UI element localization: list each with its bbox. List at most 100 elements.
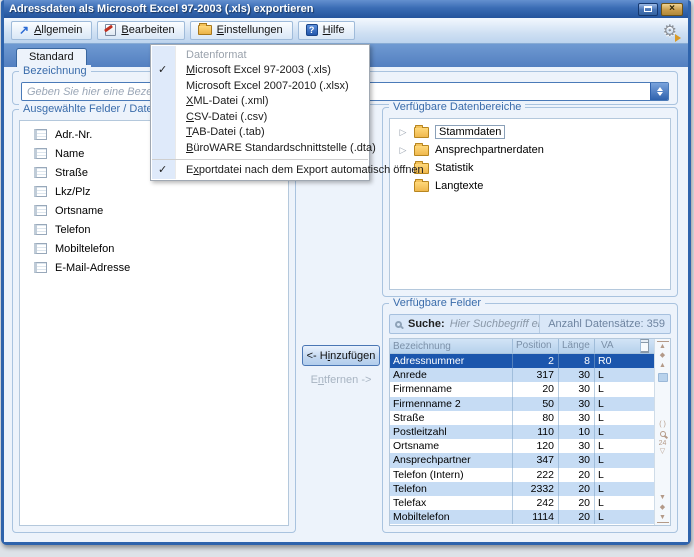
menu-item-xml[interactable]: XML-Datei (.xml) [152, 94, 368, 110]
tree-expand-icon[interactable]: ▷ [398, 145, 408, 156]
list-item[interactable]: Mobiltelefon [20, 239, 288, 258]
list-item-label: Lkz/Plz [55, 186, 90, 198]
field-icon [34, 205, 47, 216]
menu-item-dta[interactable]: BüroWARE Standardschnittstelle (.dta) [152, 140, 368, 156]
list-item[interactable]: Telefon [20, 220, 288, 239]
help-icon: ? [306, 24, 318, 36]
remove-button[interactable]: Entfernen -> [302, 374, 380, 386]
braces-icon[interactable]: ( ) [659, 421, 666, 429]
table-row[interactable]: Telefax24220L [390, 496, 654, 510]
settings-folder-icon [198, 25, 212, 35]
menu-hilfe[interactable]: ? Hilfe [298, 21, 355, 40]
search-bar: Suche: Anzahl Datensätze: 359 [389, 314, 671, 334]
arrow-ne-icon: ↗ [19, 25, 29, 35]
restore-button[interactable] [638, 3, 658, 16]
table-row[interactable]: Anrede31730L [390, 368, 654, 382]
fields-table: Bezeichnung Position Länge VA Adressnumm… [390, 339, 654, 525]
list-item-label: Ortsname [55, 205, 103, 217]
tree-item-label: Statistik [435, 162, 474, 174]
tree-expand-icon[interactable]: ▷ [398, 127, 408, 138]
scroll-down-icon[interactable]: ◆ [657, 503, 669, 513]
table-row[interactable]: Mobiltelefon111420L [390, 510, 654, 524]
field-icon [34, 243, 47, 254]
field-icon [34, 224, 47, 235]
table-row[interactable]: Ansprechpartner34730L [390, 453, 654, 467]
column-header-va[interactable]: VA [594, 339, 654, 353]
table-row[interactable]: Postleitzahl11010L [390, 425, 654, 439]
menu-item-label: XML-Datei (.xml) [186, 95, 269, 107]
tree-item[interactable]: Statistik [390, 159, 670, 177]
tree-item[interactable]: ▷ Ansprechpartnerdaten [390, 141, 670, 159]
scrollbar-thumb[interactable] [658, 373, 668, 382]
export-settings-button[interactable]: ⚙ [663, 21, 681, 41]
data-areas-group-label: Verfügbare Datenbereiche [389, 101, 525, 113]
tree-item[interactable]: ▷ Stammdaten [390, 123, 670, 141]
table-row[interactable]: Telefon233220L [390, 482, 654, 496]
column-header-laenge[interactable]: Länge [558, 339, 594, 353]
column-header-bezeichnung[interactable]: Bezeichnung [390, 341, 512, 352]
menu-item-xls[interactable]: ✓ Microsoft Excel 97-2003 (.xls) [152, 63, 368, 79]
menu-item-csv[interactable]: CSV-Datei (.csv) [152, 109, 368, 125]
table-row[interactable]: Straße8030L [390, 411, 654, 425]
menu-item-xlsx[interactable]: Microsoft Excel 2007-2010 (.xlsx) [152, 78, 368, 94]
selected-fields-group-label: Ausgewählte Felder / Daten [19, 103, 163, 115]
folder-icon [414, 127, 429, 138]
list-item-label: Straße [55, 167, 88, 179]
menu-item-auto-open[interactable]: ✓ Exportdatei nach dem Export automatisc… [152, 163, 368, 179]
list-item-label: Mobiltelefon [55, 243, 114, 255]
search-input[interactable] [450, 318, 540, 330]
menu-item-label: Microsoft Excel 97-2003 (.xls) [186, 64, 331, 76]
data-areas-group: Verfügbare Datenbereiche ▷ Stammdaten ▷ … [382, 107, 678, 297]
einstellungen-dropdown-menu: Datenformat ✓ Microsoft Excel 97-2003 (.… [150, 44, 370, 181]
table-row[interactable]: Ortsname12030L [390, 439, 654, 453]
export-dialog-window: Adressdaten als Microsoft Excel 97-2003 … [1, 0, 691, 545]
menu-item-label: BüroWARE Standardschnittstelle (.dta) [186, 142, 376, 154]
page-down-icon[interactable]: ▼ [657, 493, 669, 503]
edit-icon [105, 24, 116, 36]
filter-icon[interactable]: ▽ [660, 448, 665, 456]
table-row[interactable]: Adressnummer28R0 [390, 354, 654, 368]
page-up-icon[interactable]: ▲ [657, 361, 669, 371]
column-chooser-icon[interactable] [640, 339, 649, 353]
table-row[interactable]: Firmenname2030L [390, 382, 654, 396]
folder-icon [414, 181, 429, 192]
scroll-top-icon[interactable]: ▲ [657, 341, 669, 351]
field-icon [34, 129, 47, 140]
menu-item-label: Exportdatei nach dem Export automatisch … [186, 164, 424, 176]
table-header[interactable]: Bezeichnung Position Länge VA [390, 339, 654, 354]
menu-item-label: Microsoft Excel 2007-2010 (.xlsx) [186, 80, 349, 92]
table-search-icon[interactable] [660, 431, 666, 437]
list-item[interactable]: E-Mail-Adresse [20, 258, 288, 277]
column-header-position[interactable]: Position [512, 339, 558, 353]
table-row[interactable]: Telefon (Intern)22220L [390, 468, 654, 482]
available-fields-group-label: Verfügbare Felder [389, 297, 485, 309]
add-button[interactable]: <- Hinzufügen [302, 345, 380, 366]
menu-item-label: TAB-Datei (.tab) [186, 126, 265, 138]
list-item[interactable]: Ortsname [20, 201, 288, 220]
scroll-up-icon[interactable]: ◆ [657, 351, 669, 361]
list-item[interactable]: Lkz/Plz [20, 182, 288, 201]
list-item-label: Adr.-Nr. [55, 129, 92, 141]
tree-item[interactable]: Langtexte [390, 177, 670, 195]
gear-arrow-icon [675, 34, 681, 42]
menu-section-header: Datenformat [152, 47, 368, 63]
folder-icon [414, 145, 429, 156]
data-areas-tree[interactable]: ▷ Stammdaten ▷ Ansprechpartnerdaten Stat… [389, 118, 671, 290]
menu-allgemein[interactable]: ↗ Allgemein [11, 21, 92, 40]
menu-bearbeiten[interactable]: Bearbeiten [97, 21, 184, 40]
menu-hilfe-label: Hilfe [323, 24, 345, 36]
chevron-down-icon [657, 92, 663, 96]
title-bar[interactable]: Adressdaten als Microsoft Excel 97-2003 … [4, 0, 688, 18]
tree-item-label: Ansprechpartnerdaten [435, 144, 544, 156]
close-button[interactable]: × [661, 3, 683, 16]
sort-icon[interactable]: 24 [659, 440, 667, 448]
search-label: Suche: [408, 318, 445, 330]
menu-einstellungen[interactable]: Einstellungen [190, 21, 293, 40]
chevron-up-icon [657, 87, 663, 91]
combobox-dropdown-button[interactable] [650, 83, 668, 100]
available-fields-group: Verfügbare Felder Suche: Anzahl Datensät… [382, 303, 678, 533]
scroll-bottom-icon[interactable]: ▼ [657, 513, 669, 523]
field-icon [34, 148, 47, 159]
menu-item-tab[interactable]: TAB-Datei (.tab) [152, 125, 368, 141]
table-row[interactable]: Firmenname 25030L [390, 397, 654, 411]
